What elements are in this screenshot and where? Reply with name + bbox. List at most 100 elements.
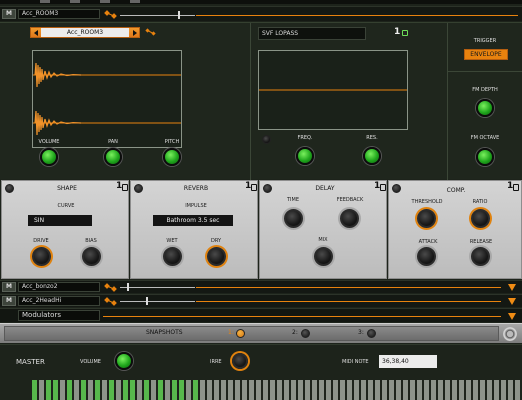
keyboard-key[interactable] bbox=[200, 380, 205, 400]
lock-icon[interactable] bbox=[122, 184, 128, 191]
track-level-handle[interactable] bbox=[178, 11, 180, 19]
keyboard-key[interactable] bbox=[130, 380, 135, 400]
mix-knob[interactable] bbox=[314, 247, 333, 266]
trigger-mode-button[interactable]: ENVELOPE bbox=[464, 49, 508, 60]
waveform-display[interactable] bbox=[32, 50, 182, 148]
filter-power-button[interactable] bbox=[262, 135, 271, 144]
keyboard-key[interactable] bbox=[508, 380, 513, 400]
reverb-power-button[interactable] bbox=[134, 184, 143, 193]
keyboard-key[interactable] bbox=[60, 380, 65, 400]
snapshot-3-button[interactable] bbox=[367, 329, 376, 338]
curve-select[interactable]: SIN bbox=[28, 215, 92, 226]
keyboard-key[interactable] bbox=[277, 380, 282, 400]
midi-note-field[interactable]: 36,38,40 bbox=[379, 355, 437, 368]
modulators-field[interactable]: Modulators bbox=[18, 310, 100, 321]
pitch-knob[interactable] bbox=[163, 148, 181, 166]
keyboard-key[interactable] bbox=[368, 380, 373, 400]
attack-knob[interactable] bbox=[417, 247, 436, 266]
keyboard-key[interactable] bbox=[32, 380, 37, 400]
keyboard-key[interactable] bbox=[137, 380, 142, 400]
filter-display[interactable] bbox=[258, 50, 408, 130]
shape-power-button[interactable] bbox=[5, 184, 14, 193]
keyboard-key[interactable] bbox=[109, 380, 114, 400]
res-knob[interactable] bbox=[363, 147, 381, 165]
keyboard-key[interactable] bbox=[179, 380, 184, 400]
keyboard-key[interactable] bbox=[95, 380, 100, 400]
lock-icon[interactable] bbox=[513, 184, 519, 191]
keyboard-key[interactable] bbox=[151, 380, 156, 400]
sample-selector[interactable]: Acc_ROOM3 bbox=[30, 27, 140, 38]
keyboard-key[interactable] bbox=[347, 380, 352, 400]
keyboard-key[interactable] bbox=[158, 380, 163, 400]
keyboard-key[interactable] bbox=[207, 380, 212, 400]
keyboard-key[interactable] bbox=[361, 380, 366, 400]
keyboard-key[interactable] bbox=[326, 380, 331, 400]
keyboard-key[interactable] bbox=[501, 380, 506, 400]
keyboard-key[interactable] bbox=[270, 380, 275, 400]
expand-arrow-icon[interactable] bbox=[508, 298, 516, 305]
track-level-slider[interactable] bbox=[120, 287, 195, 288]
mute-button[interactable]: M bbox=[2, 296, 16, 306]
bias-knob[interactable] bbox=[82, 247, 101, 266]
feedback-knob[interactable] bbox=[340, 209, 359, 228]
keyboard-key[interactable] bbox=[165, 380, 170, 400]
comp-power-button[interactable] bbox=[392, 184, 401, 193]
track-name-field[interactable]: Acc_bonzo2 bbox=[18, 282, 100, 292]
keyboard-key[interactable] bbox=[123, 380, 128, 400]
link-icon[interactable] bbox=[104, 283, 118, 293]
keyboard-key[interactable] bbox=[88, 380, 93, 400]
keyboard-key[interactable] bbox=[340, 380, 345, 400]
threshold-knob[interactable] bbox=[417, 209, 436, 228]
irre-knob[interactable] bbox=[232, 353, 248, 369]
keyboard-key[interactable] bbox=[221, 380, 226, 400]
keyboard-key[interactable] bbox=[396, 380, 401, 400]
keyboard-key[interactable] bbox=[144, 380, 149, 400]
keyboard-key[interactable] bbox=[81, 380, 86, 400]
keyboard-key[interactable] bbox=[410, 380, 415, 400]
keyboard-key[interactable] bbox=[403, 380, 408, 400]
keyboard-key[interactable] bbox=[431, 380, 436, 400]
dry-knob[interactable] bbox=[207, 247, 226, 266]
release-knob[interactable] bbox=[471, 247, 490, 266]
keyboard-key[interactable] bbox=[53, 380, 58, 400]
keyboard-key[interactable] bbox=[452, 380, 457, 400]
keyboard-key[interactable] bbox=[389, 380, 394, 400]
keyboard-key[interactable] bbox=[39, 380, 44, 400]
track-level-handle[interactable] bbox=[127, 283, 129, 291]
keyboard-key[interactable] bbox=[333, 380, 338, 400]
snapshot-2-button[interactable] bbox=[301, 329, 310, 338]
fm-octave-knob[interactable] bbox=[476, 148, 494, 166]
keyboard-key[interactable] bbox=[459, 380, 464, 400]
keyboard-key[interactable] bbox=[445, 380, 450, 400]
link-icon[interactable] bbox=[104, 10, 118, 20]
keyboard-key[interactable] bbox=[375, 380, 380, 400]
keyboard-key[interactable] bbox=[417, 380, 422, 400]
keyboard-key[interactable] bbox=[256, 380, 261, 400]
keyboard-key[interactable] bbox=[291, 380, 296, 400]
keyboard-key[interactable] bbox=[186, 380, 191, 400]
keyboard-key[interactable] bbox=[354, 380, 359, 400]
track-name-field[interactable]: Acc_ROOM3 bbox=[18, 9, 100, 19]
snapshot-1-button[interactable] bbox=[236, 329, 245, 338]
lock-icon[interactable] bbox=[402, 30, 408, 36]
keyboard-key[interactable] bbox=[438, 380, 443, 400]
track-level-handle[interactable] bbox=[146, 297, 148, 305]
delay-power-button[interactable] bbox=[263, 184, 272, 193]
keyboard-key[interactable] bbox=[249, 380, 254, 400]
pan-knob[interactable] bbox=[104, 148, 122, 166]
keyboard-key[interactable] bbox=[74, 380, 79, 400]
lock-icon[interactable] bbox=[251, 184, 257, 191]
expand-arrow-icon[interactable] bbox=[508, 313, 516, 320]
keyboard-key[interactable] bbox=[172, 380, 177, 400]
keyboard-key[interactable] bbox=[515, 380, 520, 400]
lock-icon[interactable] bbox=[380, 184, 386, 191]
link-icon[interactable] bbox=[104, 297, 118, 307]
next-arrow-icon[interactable] bbox=[133, 30, 137, 36]
link-icon[interactable] bbox=[145, 28, 157, 37]
keyboard-key[interactable] bbox=[116, 380, 121, 400]
keyboard-key[interactable] bbox=[466, 380, 471, 400]
keyboard-key[interactable] bbox=[46, 380, 51, 400]
keyboard-key[interactable] bbox=[473, 380, 478, 400]
mute-button[interactable]: M bbox=[2, 282, 16, 292]
expand-arrow-icon[interactable] bbox=[508, 284, 516, 291]
